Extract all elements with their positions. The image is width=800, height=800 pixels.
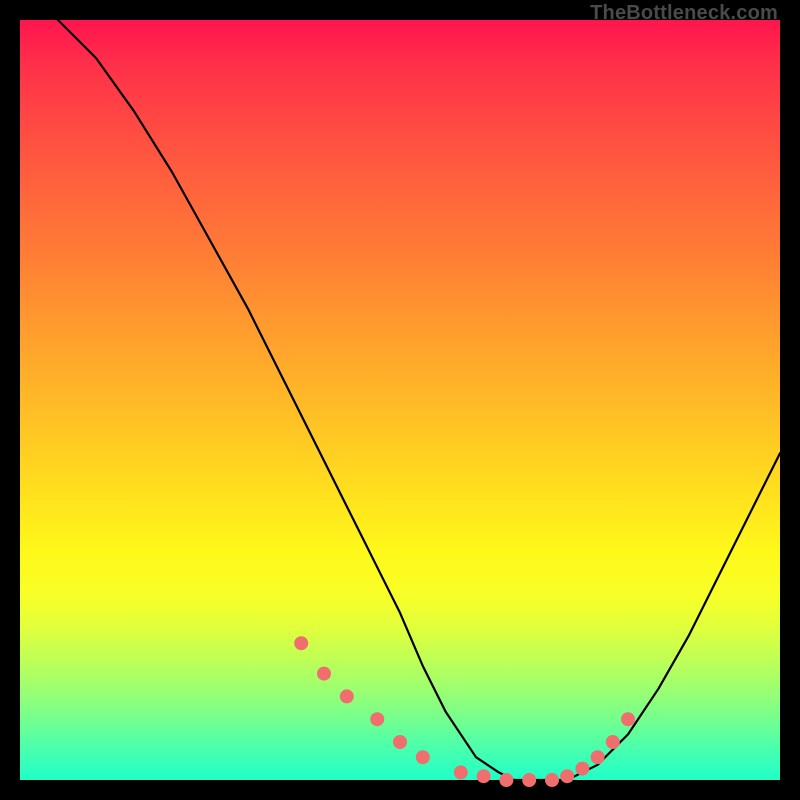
highlight-point [560, 769, 574, 783]
highlight-point [575, 762, 589, 776]
bottleneck-curve [58, 20, 780, 780]
highlight-point [294, 636, 308, 650]
highlight-point [454, 765, 468, 779]
marker-layer [294, 636, 635, 787]
highlight-point [393, 735, 407, 749]
highlight-point [499, 773, 513, 787]
highlight-point [370, 712, 384, 726]
highlight-point [621, 712, 635, 726]
highlight-point [340, 689, 354, 703]
chart-svg [20, 20, 780, 780]
curve-layer [58, 20, 780, 780]
highlight-point [545, 773, 559, 787]
highlight-point [522, 773, 536, 787]
highlight-point [591, 750, 605, 764]
highlight-point [477, 769, 491, 783]
highlight-point [606, 735, 620, 749]
highlight-point [317, 667, 331, 681]
highlight-point [416, 750, 430, 764]
